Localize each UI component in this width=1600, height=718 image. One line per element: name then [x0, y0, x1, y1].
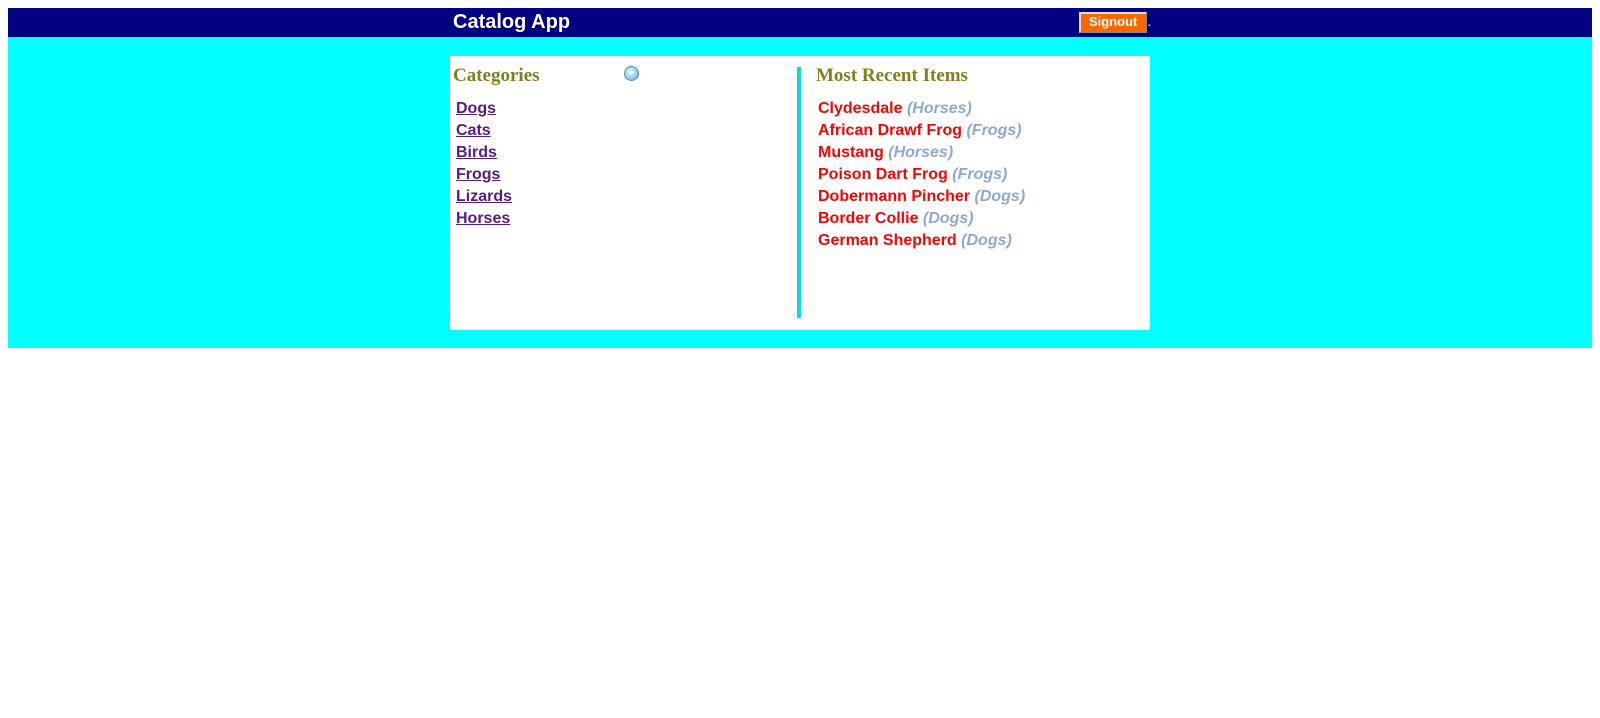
list-item: German Shepherd (Dogs): [818, 230, 1025, 252]
recent-item-category: (Dogs): [974, 188, 1026, 205]
category-link-cats[interactable]: Cats: [456, 122, 491, 139]
category-link-horses[interactable]: Horses: [456, 210, 510, 227]
list-item: Lizards: [456, 186, 512, 208]
category-link-frogs[interactable]: Frogs: [456, 166, 500, 183]
recent-item-name[interactable]: Mustang: [818, 144, 884, 161]
list-item: Birds: [456, 142, 512, 164]
recent-items-title: Most Recent Items: [816, 65, 968, 86]
category-link-lizards[interactable]: Lizards: [456, 188, 512, 205]
recent-item-name[interactable]: African Drawf Frog: [818, 122, 962, 139]
recent-items-column: Most Recent Items Clydesdale (Horses) Af…: [797, 65, 1151, 318]
app-title[interactable]: Catalog App: [453, 11, 570, 34]
list-item: Border Collie (Dogs): [818, 208, 1025, 230]
signout-suffix: .: [1147, 14, 1152, 29]
recent-item-name[interactable]: Border Collie: [818, 210, 918, 227]
recent-items-list: Clydesdale (Horses) African Drawf Frog (…: [818, 98, 1025, 252]
list-item: Cats: [456, 120, 512, 142]
content-band: Categories + Dogs Cats Birds Frogs Lizar…: [8, 37, 1592, 348]
category-list: Dogs Cats Birds Frogs Lizards Horses: [456, 98, 512, 230]
signout-area: Signout.: [1079, 12, 1151, 33]
add-circle-icon[interactable]: +: [624, 66, 639, 81]
recent-item-category: (Horses): [906, 100, 972, 117]
header-bar: Catalog App Signout.: [8, 8, 1592, 37]
recent-item-category: (Dogs): [961, 232, 1012, 249]
list-item: African Drawf Frog (Frogs): [818, 120, 1025, 142]
list-item: Horses: [456, 208, 512, 230]
category-link-birds[interactable]: Birds: [456, 144, 497, 161]
list-item: Clydesdale (Horses): [818, 98, 1025, 120]
list-item: Dogs: [456, 98, 512, 120]
recent-item-name[interactable]: Clydesdale: [818, 100, 902, 117]
recent-item-name[interactable]: German Shepherd: [818, 232, 957, 249]
recent-item-category: (Frogs): [952, 166, 1008, 183]
recent-item-category: (Horses): [888, 144, 954, 161]
main-panel: Categories + Dogs Cats Birds Frogs Lizar…: [450, 56, 1150, 330]
category-link-dogs[interactable]: Dogs: [456, 100, 496, 117]
list-item: Mustang (Horses): [818, 142, 1025, 164]
categories-title: Categories: [453, 65, 540, 86]
list-item: Dobermann Pincher (Dogs): [818, 186, 1025, 208]
signout-button[interactable]: Signout: [1079, 12, 1148, 33]
list-item: Poison Dart Frog (Frogs): [818, 164, 1025, 186]
recent-item-category: (Frogs): [966, 122, 1022, 139]
categories-column: Categories + Dogs Cats Birds Frogs Lizar…: [453, 56, 798, 320]
recent-item-name[interactable]: Dobermann Pincher: [818, 188, 970, 205]
recent-item-name[interactable]: Poison Dart Frog: [818, 166, 948, 183]
page: Catalog App Signout. Categories + Dogs C…: [8, 8, 1592, 348]
recent-item-category: (Dogs): [922, 210, 974, 227]
list-item: Frogs: [456, 164, 512, 186]
